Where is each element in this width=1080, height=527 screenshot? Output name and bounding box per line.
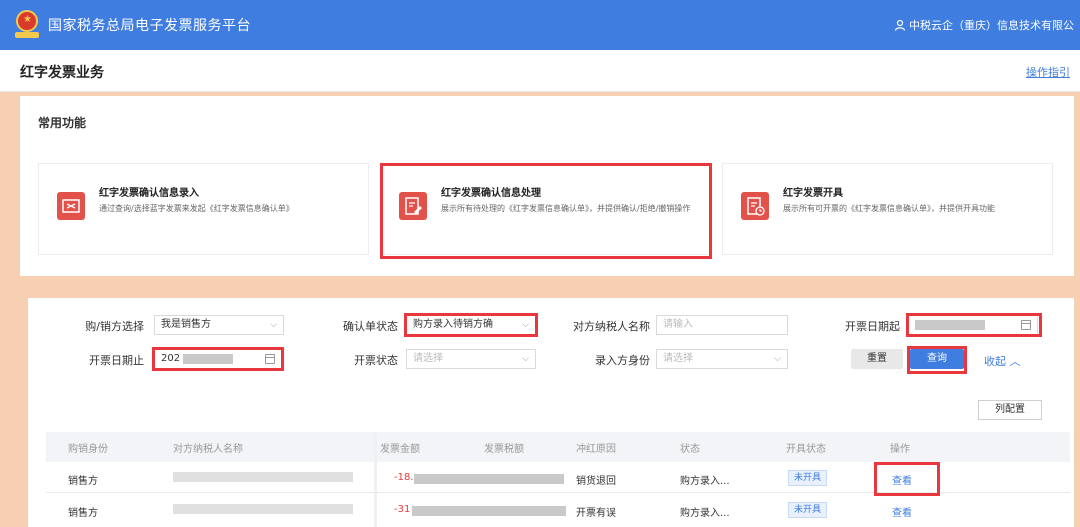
date-end-picker[interactable]: 202 xyxy=(154,349,282,369)
page-title: 红字发票业务 xyxy=(20,65,104,81)
cell-status: 购方录入... xyxy=(680,476,730,487)
cell-identity: 销售方 xyxy=(68,476,98,487)
entry-identity-select[interactable]: 请选择 ⌵ xyxy=(656,349,788,369)
cell-reason: 开票有误 xyxy=(576,508,616,519)
view-link[interactable]: 查看 xyxy=(892,504,912,519)
entry-identity-label: 录入方身份 xyxy=(595,354,650,367)
func-desc: 展示所有可开票的《红字发票信息确认单》，并提供开具功能 xyxy=(783,204,995,213)
counterparty-label: 对方纳税人名称 xyxy=(573,320,650,333)
date-start-picker[interactable] xyxy=(908,315,1038,335)
buyer-seller-select[interactable]: 我是销售方 ⌵ xyxy=(154,315,284,335)
chevron-down-icon: ⌵ xyxy=(522,320,529,330)
user-icon xyxy=(894,19,906,31)
invoice-status-select[interactable]: 请选择 ⌵ xyxy=(406,349,536,369)
th-reason: 冲红原因 xyxy=(576,444,616,455)
issue-status-badge: 未开具 xyxy=(788,502,828,518)
common-functions-panel: 常用功能 红字发票确认信息录入 通过查询/选择蓝字发票来发起《红字发票信息确认单… xyxy=(20,96,1074,276)
func-desc: 通过查询/选择蓝字发票来发起《红字发票信息确认单》 xyxy=(99,204,294,213)
blurred-value xyxy=(915,320,985,330)
chevron-down-icon: ⌵ xyxy=(522,354,529,364)
blurred-value xyxy=(183,354,233,364)
view-link[interactable]: 查看 xyxy=(892,472,912,487)
th-issue-status: 开具状态 xyxy=(786,444,826,455)
company-name: 中税云企（重庆）信息技术有限公 xyxy=(909,19,1074,32)
user-account[interactable]: 中税云企（重庆）信息技术有限公 xyxy=(894,0,1074,50)
th-action: 操作 xyxy=(890,444,910,455)
edit-document-icon xyxy=(399,192,427,220)
issue-status-badge: 未开具 xyxy=(788,470,828,486)
func-name: 红字发票确认信息处理 xyxy=(441,188,541,199)
func-desc: 展示所有待处理的《红字发票信息确认单》，并提供确认/拒绝/撤销操作 xyxy=(441,204,691,213)
query-panel: 购/销方选择 我是销售方 ⌵ 确认单状态 购方录入待销方确 ⌵ 对方纳税人名称 请输… xyxy=(28,298,1074,527)
query-button[interactable]: 查询 xyxy=(910,349,964,369)
func-name: 红字发票开具 xyxy=(783,188,843,199)
column-divider xyxy=(374,432,377,527)
th-amount: 发票金额 xyxy=(380,444,420,455)
confirm-status-select[interactable]: 购方录入待销方确 ⌵ xyxy=(406,315,536,335)
common-functions-title: 常用功能 xyxy=(38,116,87,130)
invoice-clock-icon xyxy=(741,192,769,220)
tax-emblem-logo: ★ xyxy=(14,10,40,40)
blurred-amount xyxy=(414,474,564,484)
cell-status: 购方录入... xyxy=(680,508,730,519)
top-header: ★ 国家税务总局电子发票服务平台 中税云企（重庆）信息技术有限公 xyxy=(0,0,1080,50)
buyer-seller-label: 购/销方选择 xyxy=(85,320,144,333)
cell-amount: -18. xyxy=(394,472,414,483)
operation-guide-link[interactable]: 操作指引 xyxy=(1026,64,1070,80)
row-divider xyxy=(46,492,1070,493)
calendar-icon xyxy=(1021,320,1031,330)
column-config-button[interactable]: 列配置 xyxy=(978,400,1042,420)
collapse-link[interactable]: 收起 ︿ xyxy=(984,353,1021,369)
confirm-status-label: 确认单状态 xyxy=(343,320,398,333)
cell-identity: 销售方 xyxy=(68,508,98,519)
cell-reason: 销货退回 xyxy=(576,476,616,487)
blurred-amount xyxy=(412,506,566,516)
th-counterparty: 对方纳税人名称 xyxy=(173,444,243,455)
chevron-down-icon: ⌵ xyxy=(270,320,277,330)
app-title: 国家税务总局电子发票服务平台 xyxy=(48,18,251,34)
exchange-icon xyxy=(57,192,85,220)
blurred-counterparty xyxy=(173,504,353,514)
th-identity: 购销身份 xyxy=(68,444,108,455)
th-status: 状态 xyxy=(680,444,700,455)
calendar-icon xyxy=(265,354,275,364)
func-name: 红字发票确认信息录入 xyxy=(99,188,199,199)
counterparty-input[interactable]: 请输入 xyxy=(656,315,788,335)
func-red-confirm-process[interactable]: 红字发票确认信息处理 展示所有待处理的《红字发票信息确认单》，并提供确认/拒绝/… xyxy=(380,163,711,255)
page-title-bar: 红字发票业务 操作指引 xyxy=(0,50,1080,92)
th-tax: 发票税额 xyxy=(484,444,524,455)
chevron-down-icon: ⌵ xyxy=(774,354,781,364)
func-red-invoice-issue[interactable]: 红字发票开具 展示所有可开票的《红字发票信息确认单》，并提供开具功能 xyxy=(722,163,1053,255)
reset-button[interactable]: 重置 xyxy=(851,349,903,369)
date-start-label: 开票日期起 xyxy=(845,320,900,333)
date-end-label: 开票日期止 xyxy=(89,354,144,367)
cell-amount: -31 xyxy=(394,504,411,515)
invoice-status-label: 开票状态 xyxy=(354,354,398,367)
func-red-confirm-entry[interactable]: 红字发票确认信息录入 通过查询/选择蓝字发票来发起《红字发票信息确认单》 xyxy=(38,163,369,255)
chevron-up-icon: ︿ xyxy=(1009,355,1021,368)
blurred-counterparty xyxy=(173,472,353,482)
